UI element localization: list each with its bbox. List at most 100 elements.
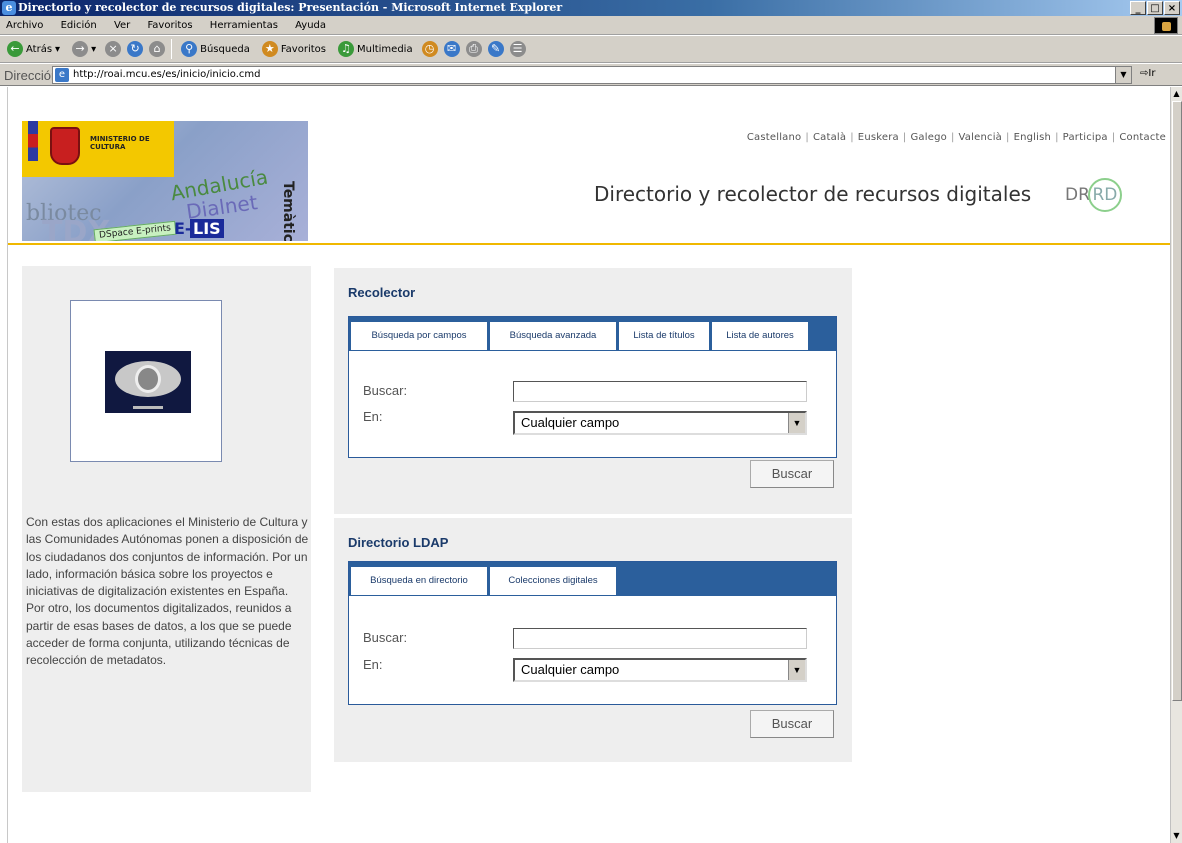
participa-link[interactable]: Participa bbox=[1063, 132, 1108, 143]
menu-edicion[interactable]: Edición bbox=[61, 20, 97, 31]
ldap-panel: Directorio LDAP Búsqueda en directorio C… bbox=[334, 518, 852, 762]
image-frame bbox=[70, 300, 222, 462]
search-button[interactable]: ⚲ Búsqueda bbox=[178, 39, 253, 59]
favorites-button[interactable]: ★ Favoritos bbox=[259, 39, 329, 59]
favorites-label: Favoritos bbox=[280, 43, 326, 55]
discuss-icon[interactable]: ☰ bbox=[509, 41, 526, 57]
field-select-value: Cualquier campo bbox=[521, 662, 620, 677]
search-label: Buscar: bbox=[363, 630, 408, 645]
search-label: Buscar: bbox=[363, 383, 408, 398]
lang-english[interactable]: English bbox=[1014, 132, 1052, 143]
tab-colecciones-digitales[interactable]: Colecciones digitales bbox=[489, 566, 617, 596]
address-label: Dirección bbox=[4, 68, 59, 83]
search-icon: ⚲ bbox=[181, 41, 198, 57]
tab-busqueda-directorio[interactable]: Búsqueda en directorio bbox=[350, 566, 488, 596]
maximize-button[interactable]: □ bbox=[1147, 1, 1163, 15]
info-panel: Con estas dos aplicaciones el Ministerio… bbox=[22, 266, 311, 792]
toolbar-divider bbox=[171, 39, 173, 59]
menu-archivo[interactable]: Archivo bbox=[6, 20, 43, 31]
tab-busqueda-por-campos[interactable]: Búsqueda por campos bbox=[350, 321, 488, 351]
recolector-title: Recolector bbox=[348, 285, 416, 300]
address-url: http://roai.mcu.es/es/inicio/inicio.cmd bbox=[73, 69, 261, 80]
logo-rd: RD bbox=[1087, 178, 1122, 212]
coat-of-arms-icon bbox=[50, 127, 80, 165]
window-controls: _ □ × bbox=[1130, 1, 1180, 15]
lang-valencia[interactable]: Valencià bbox=[959, 132, 1002, 143]
logo-dr: DR bbox=[1065, 185, 1090, 205]
scroll-up-icon[interactable]: ▲ bbox=[1171, 87, 1182, 101]
stop-icon[interactable]: × bbox=[105, 41, 122, 57]
header-divider bbox=[8, 243, 1170, 245]
minimize-button[interactable]: _ bbox=[1130, 1, 1146, 15]
search-button[interactable]: Buscar bbox=[750, 460, 834, 488]
go-button[interactable]: ⇨Ir bbox=[1140, 68, 1155, 79]
chevron-down-icon: ▾ bbox=[91, 43, 97, 55]
in-label: En: bbox=[363, 409, 383, 424]
ministerio-logo[interactable]: MINISTERIO DE CULTURA bbox=[22, 121, 174, 177]
tab-lista-autores[interactable]: Lista de autores bbox=[711, 321, 809, 351]
tab-lista-titulos[interactable]: Lista de títulos bbox=[618, 321, 710, 351]
menu-ayuda[interactable]: Ayuda bbox=[295, 20, 326, 31]
site-title: Directorio y recolector de recursos digi… bbox=[594, 182, 1032, 206]
address-input[interactable]: e http://roai.mcu.es/es/inicio/inicio.cm… bbox=[52, 66, 1132, 84]
drrd-logo: DR RD bbox=[1065, 178, 1122, 212]
scroll-thumb[interactable] bbox=[1172, 101, 1182, 701]
tab-busqueda-avanzada[interactable]: Búsqueda avanzada bbox=[489, 321, 617, 351]
lang-galego[interactable]: Galego bbox=[910, 132, 946, 143]
lang-castellano[interactable]: Castellano bbox=[747, 132, 802, 143]
search-label: Búsqueda bbox=[200, 43, 250, 55]
address-bar: Dirección e http://roai.mcu.es/es/inicio… bbox=[0, 64, 1182, 86]
multimedia-button[interactable]: ♫ Multimedia bbox=[335, 39, 416, 59]
mail-icon[interactable]: ✉ bbox=[443, 41, 460, 57]
go-label: Ir bbox=[1148, 68, 1156, 79]
chevron-down-icon[interactable]: ▼ bbox=[788, 660, 805, 680]
contacte-link[interactable]: Contacte bbox=[1119, 132, 1166, 143]
menu-favoritos[interactable]: Favoritos bbox=[147, 20, 192, 31]
ldap-title: Directorio LDAP bbox=[348, 535, 449, 550]
eye-image bbox=[105, 351, 191, 413]
ldap-tabs: Búsqueda en directorio Colecciones digit… bbox=[348, 561, 837, 705]
page-border bbox=[0, 87, 8, 843]
header-banner: MINISTERIO DE CULTURA Andalucía Dialnet … bbox=[22, 121, 308, 241]
windows-logo-icon bbox=[1154, 17, 1178, 34]
menu-herramientas[interactable]: Herramientas bbox=[210, 20, 278, 31]
forward-button[interactable]: → ▾ bbox=[69, 39, 99, 59]
history-icon[interactable]: ◷ bbox=[421, 41, 438, 57]
vertical-scrollbar[interactable]: ▲ ▼ bbox=[1170, 87, 1182, 843]
search-button[interactable]: Buscar bbox=[750, 710, 834, 738]
field-select[interactable]: Cualquier campo ▼ bbox=[513, 658, 807, 682]
info-description: Con estas dos aplicaciones el Ministerio… bbox=[26, 515, 309, 668]
address-dropdown-icon[interactable]: ▼ bbox=[1115, 67, 1131, 83]
back-button[interactable]: ← Atrás ▾ bbox=[4, 39, 63, 59]
refresh-icon[interactable]: ↻ bbox=[127, 41, 144, 57]
window-title: Directorio y recolector de recursos digi… bbox=[18, 1, 563, 14]
menu-bar: Archivo Edición Ver Favoritos Herramient… bbox=[0, 16, 1182, 35]
tab-bar: Búsqueda en directorio Colecciones digit… bbox=[349, 562, 836, 596]
lang-catala[interactable]: Català bbox=[813, 132, 846, 143]
multimedia-label: Multimedia bbox=[356, 43, 413, 55]
scroll-down-icon[interactable]: ▼ bbox=[1171, 829, 1182, 843]
lang-euskera[interactable]: Euskera bbox=[858, 132, 899, 143]
favorites-icon: ★ bbox=[261, 41, 278, 57]
search-input[interactable] bbox=[513, 381, 807, 402]
recolector-tabs: Búsqueda por campos Búsqueda avanzada Li… bbox=[348, 316, 837, 458]
close-button[interactable]: × bbox=[1164, 1, 1180, 15]
forward-arrow-icon: → bbox=[72, 41, 89, 57]
image-caption-bar bbox=[133, 406, 163, 409]
field-select[interactable]: Cualquier campo ▼ bbox=[513, 411, 807, 435]
back-arrow-icon: ← bbox=[7, 41, 23, 57]
chevron-down-icon[interactable]: ▼ bbox=[788, 413, 805, 433]
menu-ver[interactable]: Ver bbox=[114, 20, 130, 31]
language-links: Castellano | Català | Euskera | Galego | Valenci… bbox=[746, 132, 1166, 143]
recolector-panel: Recolector Búsqueda por campos Búsqueda … bbox=[334, 268, 852, 514]
banner-word: E- bbox=[174, 219, 192, 238]
field-select-value: Cualquier campo bbox=[521, 415, 620, 430]
in-label: En: bbox=[363, 657, 383, 672]
print-icon[interactable]: ⎙ bbox=[465, 41, 482, 57]
back-label: Atrás bbox=[26, 43, 53, 55]
search-input[interactable] bbox=[513, 628, 807, 649]
home-icon[interactable]: ⌂ bbox=[149, 41, 166, 57]
tab-bar: Búsqueda por campos Búsqueda avanzada Li… bbox=[349, 317, 836, 351]
edit-icon[interactable]: ✎ bbox=[487, 41, 504, 57]
multimedia-icon: ♫ bbox=[337, 41, 354, 57]
